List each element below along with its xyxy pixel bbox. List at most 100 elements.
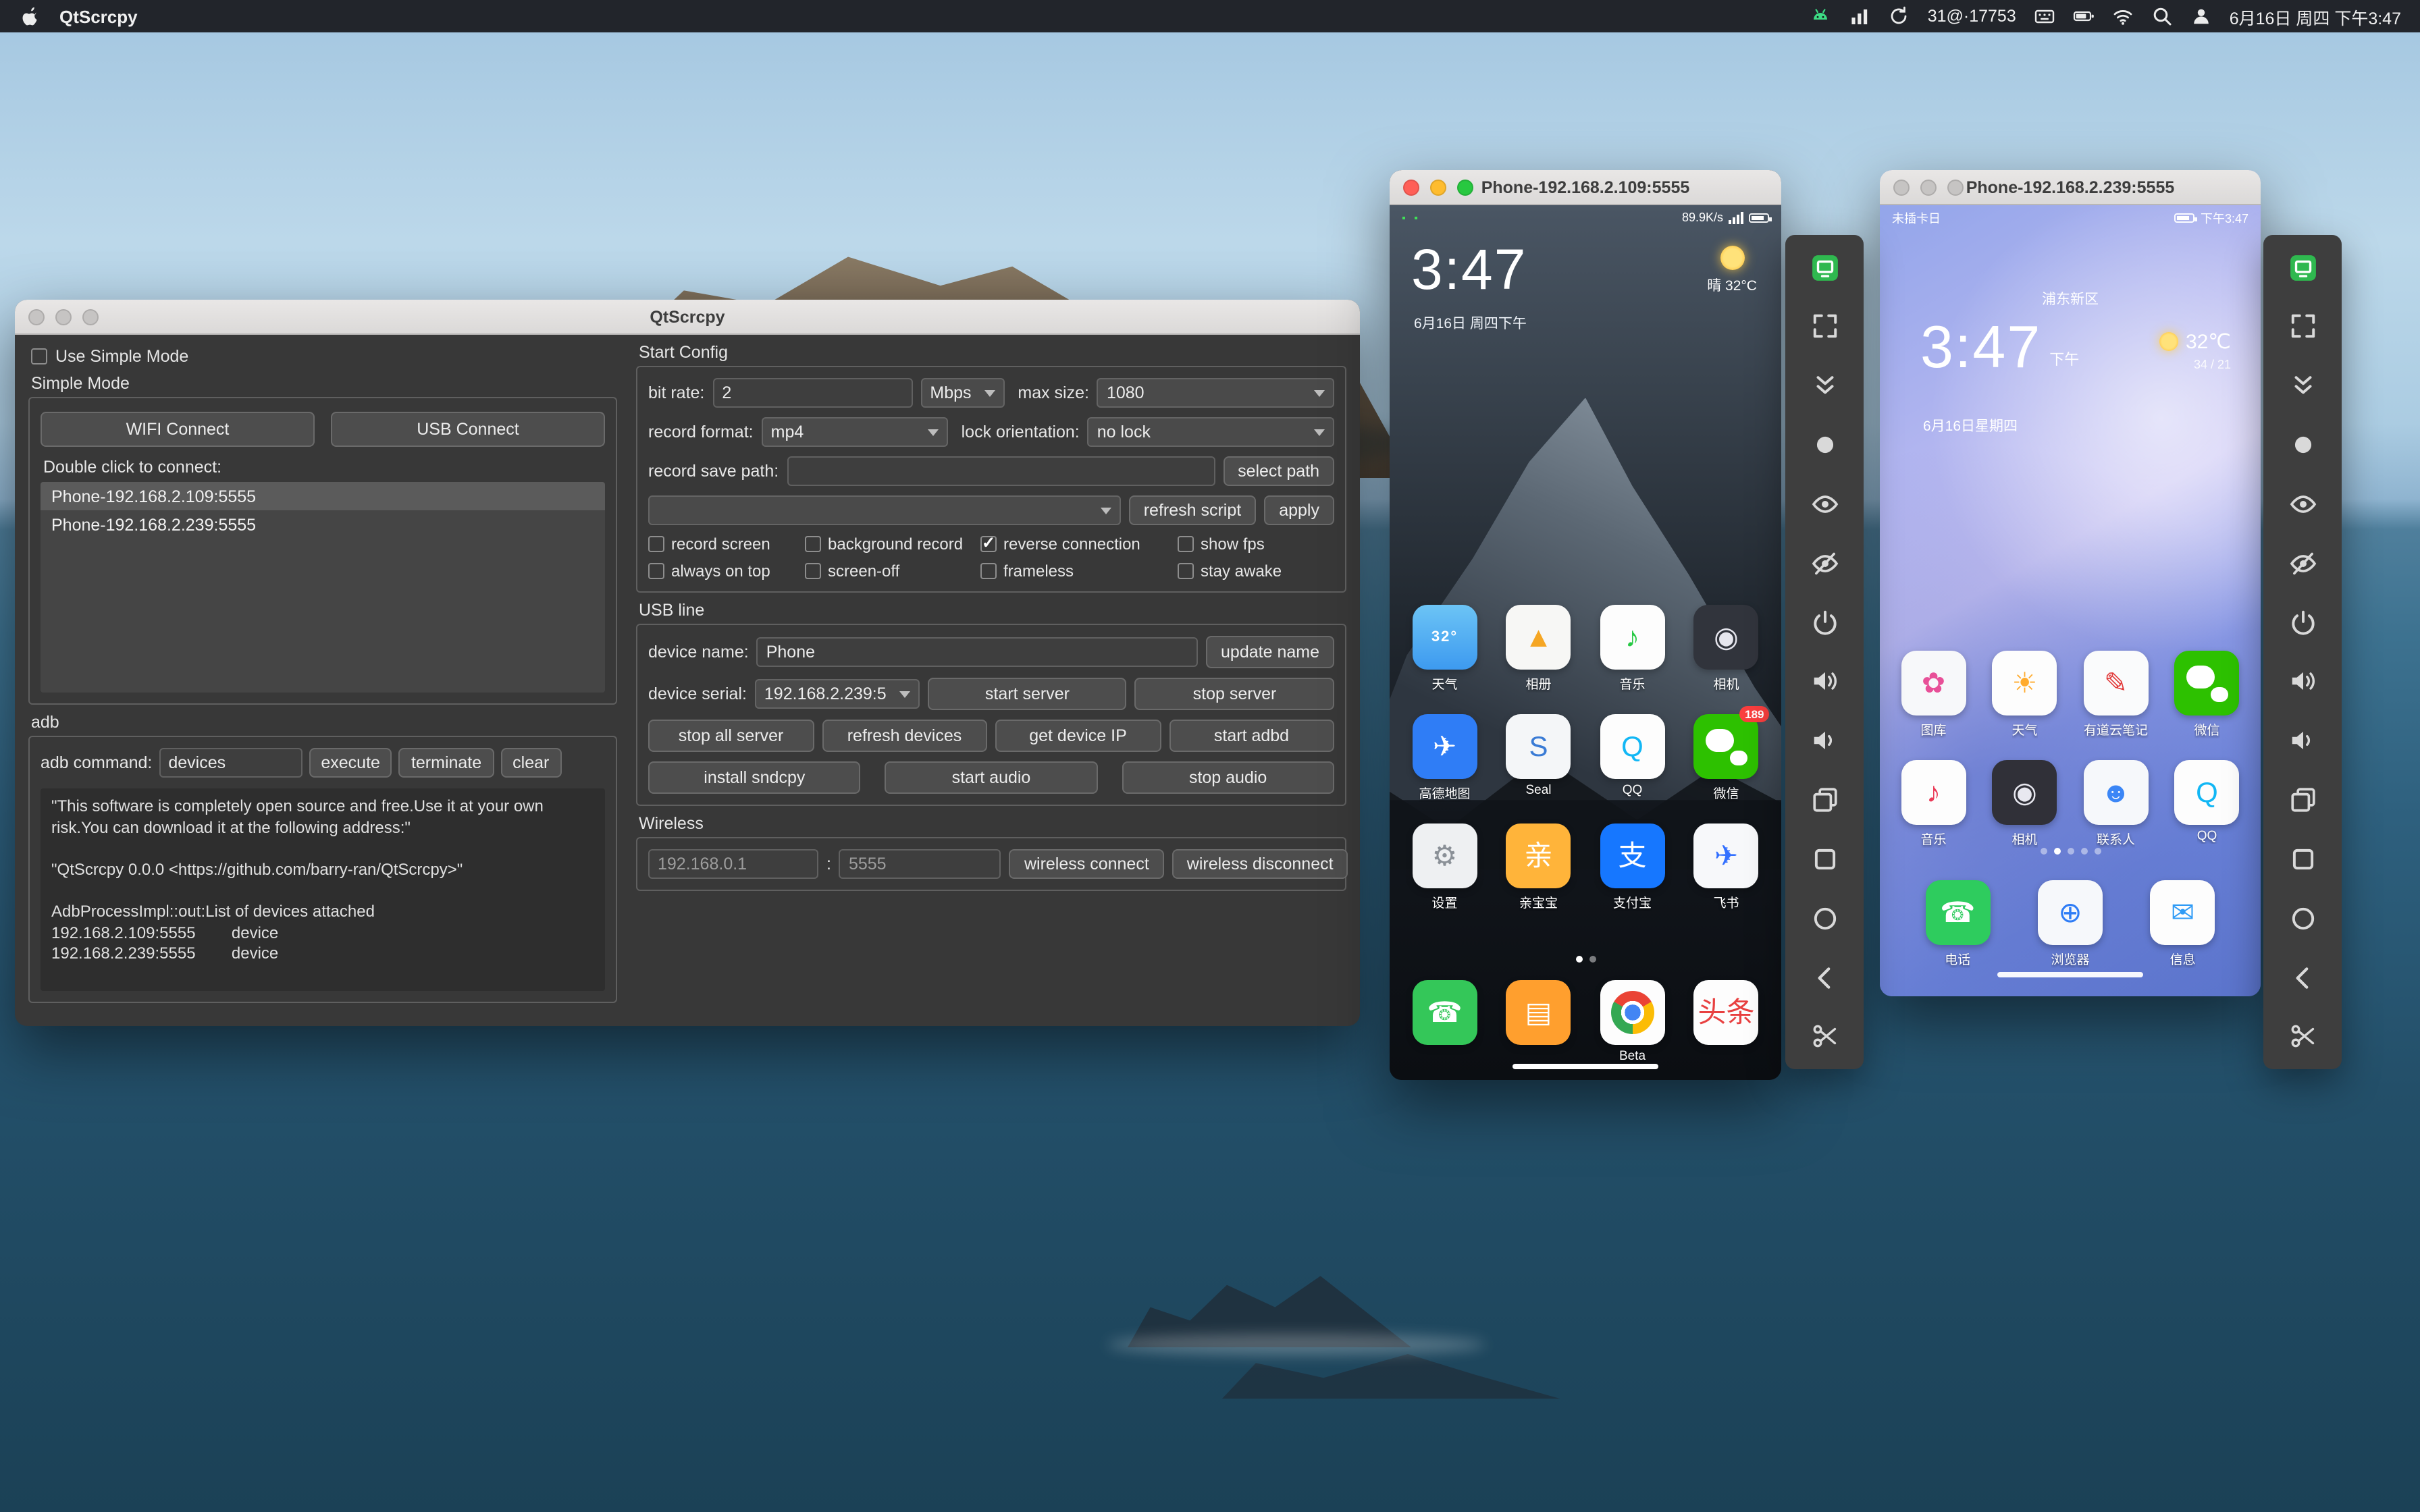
record-dot-icon[interactable] — [2282, 425, 2323, 465]
messages-icon[interactable]: ✉ — [2150, 880, 2215, 945]
lock-orientation-combo[interactable]: no lock — [1087, 417, 1334, 447]
app-messages[interactable]: ✉ 信息 — [2150, 880, 2215, 968]
collapse-icon[interactable] — [1804, 365, 1845, 406]
max-size-combo[interactable]: 1080 — [1097, 378, 1334, 408]
device-list[interactable]: Phone-192.168.2.109:5555 Phone-192.168.2.… — [41, 482, 605, 693]
terminate-button[interactable]: terminate — [398, 748, 494, 778]
wireless-ip-input[interactable] — [648, 849, 818, 879]
app-logo-icon[interactable] — [1804, 247, 1845, 288]
home-indicator[interactable] — [1512, 1064, 1658, 1069]
gallery-icon[interactable]: ✿ — [1901, 651, 1966, 716]
scissors-icon[interactable] — [2282, 1017, 2323, 1057]
phone2-titlebar[interactable]: Phone-192.168.2.239:5555 — [1880, 170, 2261, 205]
refresh-script-button[interactable]: refresh script — [1128, 495, 1257, 525]
phone1-screen[interactable]: ▪ ▪ 89.9K/s 3:47 6月16日 周四下午 晴 32°C 32° 天气… — [1390, 205, 1781, 1080]
battery-icon[interactable] — [2073, 5, 2095, 27]
app-weather[interactable]: 32° 天气 — [1398, 605, 1492, 693]
stop-all-server-button[interactable]: stop all server — [648, 720, 814, 752]
script-combo[interactable] — [648, 495, 1121, 525]
zoom-button[interactable] — [1947, 180, 1964, 196]
app-logo-icon[interactable] — [2282, 247, 2323, 288]
checkbox-show-fps[interactable]: show fps — [1178, 535, 1334, 554]
menu-square-icon[interactable] — [2282, 839, 2323, 880]
menu-clock[interactable]: 6月16日 周四 下午3:47 — [2230, 3, 2401, 29]
record-format-combo[interactable]: mp4 — [761, 417, 948, 447]
app-gallery[interactable]: ▲ 相册 — [1492, 605, 1585, 693]
fullscreen-icon[interactable] — [2282, 306, 2323, 347]
app-wechat[interactable]: 189 微信 — [1679, 706, 1773, 802]
start-audio-button[interactable]: start audio — [885, 761, 1098, 794]
app-qq[interactable]: Q QQ — [2161, 760, 2253, 848]
get-device-ip-button[interactable]: get device IP — [995, 720, 1161, 752]
app-weather[interactable]: ☀ 天气 — [1979, 651, 2070, 738]
checkbox-box[interactable] — [805, 536, 821, 552]
app-contacts[interactable]: ☻ 联系人 — [2070, 760, 2161, 848]
device-serial-combo[interactable]: 192.168.2.239:5 — [754, 679, 920, 709]
update-name-button[interactable]: update name — [1206, 636, 1334, 668]
refresh-devices-button[interactable]: refresh devices — [822, 720, 987, 752]
power-icon[interactable] — [1804, 602, 1845, 643]
app-qinbaobao[interactable]: 亲亲宝宝 — [1492, 824, 1585, 911]
scissors-icon[interactable] — [1804, 1017, 1845, 1057]
checkbox-stay-awake[interactable]: stay awake — [1178, 562, 1334, 580]
back-icon[interactable] — [2282, 957, 2323, 998]
checkbox-reverse-connection[interactable]: reverse connection — [980, 533, 1178, 554]
checkbox-box[interactable] — [980, 533, 997, 552]
app-qq[interactable]: Q QQ — [1585, 714, 1679, 802]
volume-down-icon[interactable] — [2282, 721, 2323, 761]
device-list-item[interactable]: Phone-192.168.2.109:5555 — [41, 482, 605, 510]
stop-server-button[interactable]: stop server — [1134, 678, 1335, 710]
record-dot-icon[interactable] — [1804, 425, 1845, 465]
wireless-connect-button[interactable]: wireless connect — [1009, 849, 1164, 879]
spotlight-icon[interactable] — [2151, 5, 2173, 27]
phone2-clock-widget[interactable]: 3:47 下午 — [1920, 318, 2079, 378]
youdao-note-icon[interactable]: ✎ — [2083, 651, 2149, 716]
apply-button[interactable]: apply — [1264, 495, 1334, 525]
install-sndcpy-button[interactable]: install sndcpy — [648, 761, 861, 794]
toutiao-icon[interactable]: 头条 — [1693, 980, 1759, 1045]
app-gallery[interactable]: ✿ 图库 — [1888, 651, 1979, 738]
camera-icon[interactable]: ◉ — [1992, 760, 2057, 825]
checkbox-box[interactable] — [980, 563, 997, 579]
eye-icon[interactable] — [2282, 484, 2323, 524]
amap-icon[interactable]: ✈ — [1412, 714, 1477, 779]
checkbox-frameless[interactable]: frameless — [980, 562, 1178, 580]
device-list-item[interactable]: Phone-192.168.2.239:5555 — [41, 510, 605, 539]
wireless-port-input[interactable] — [839, 849, 1001, 879]
music-icon[interactable]: ♪ — [1600, 605, 1665, 670]
apple-menu-icon[interactable] — [19, 5, 41, 27]
sync-icon[interactable] — [1889, 5, 1910, 27]
start-adbd-button[interactable]: start adbd — [1169, 720, 1334, 752]
checkbox-box[interactable] — [648, 563, 664, 579]
usb-connect-button[interactable]: USB Connect — [331, 412, 605, 447]
menu-status-counter[interactable]: 31@·17753 — [1928, 7, 2016, 26]
app-switch-icon[interactable] — [1804, 780, 1845, 820]
eye-off-icon[interactable] — [2282, 543, 2323, 583]
files-icon[interactable]: ▤ — [1506, 980, 1571, 1045]
checkbox-box[interactable] — [1178, 536, 1194, 552]
phone1-titlebar[interactable]: Phone-192.168.2.109:5555 — [1390, 170, 1781, 205]
app-camera[interactable]: ◉ 相机 — [1679, 605, 1773, 693]
weather-icon[interactable]: ☀ — [1992, 651, 2057, 716]
fullscreen-icon[interactable] — [1804, 306, 1845, 347]
alipay-icon[interactable]: 支 — [1600, 824, 1665, 888]
home-circle-icon[interactable] — [1804, 898, 1845, 939]
back-icon[interactable] — [1804, 957, 1845, 998]
menu-app-name[interactable]: QtScrcpy — [59, 6, 138, 26]
zoom-button[interactable] — [82, 309, 99, 325]
wifi-icon[interactable] — [2112, 5, 2134, 27]
record-save-path-input[interactable] — [787, 456, 1215, 486]
qq-icon[interactable]: Q — [1600, 714, 1665, 779]
phone-icon[interactable]: ☎ — [1925, 880, 1991, 945]
app-chrome[interactable]: Beta — [1585, 980, 1679, 1064]
eye-off-icon[interactable] — [1804, 543, 1845, 583]
stop-audio-button[interactable]: stop audio — [1122, 761, 1334, 794]
phone2-weather-widget[interactable]: 32℃ 34 / 21 — [2159, 329, 2231, 371]
app-feishu[interactable]: ✈ 飞书 — [1679, 824, 1773, 911]
camera-icon[interactable]: ◉ — [1693, 605, 1759, 670]
phone1-weather-widget[interactable]: 晴 32°C — [1707, 246, 1757, 296]
menu-square-icon[interactable] — [1804, 839, 1845, 880]
app-youdao-note[interactable]: ✎ 有道云笔记 — [2070, 651, 2161, 738]
android-icon[interactable] — [1810, 5, 1832, 27]
feishu-icon[interactable]: ✈ — [1693, 824, 1759, 888]
